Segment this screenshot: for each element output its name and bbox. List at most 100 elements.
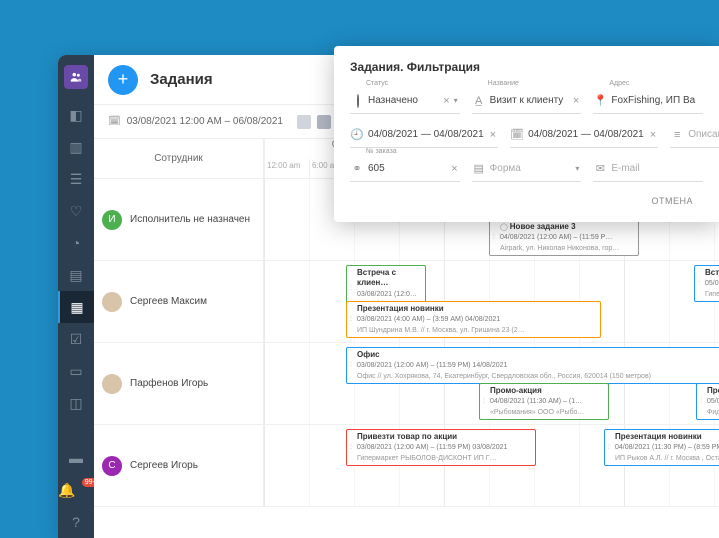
employee-cell[interactable]: И Исполнитель не назначен [94, 179, 264, 260]
chevron-down-icon[interactable]: ▾ [573, 164, 581, 173]
date-range[interactable]: 03/08/2021 12:00 AM – 06/08/2021 [127, 116, 283, 127]
task-card[interactable]: ⋮⋮◯ Новое задание 304/08/2021 (12:00 AM)… [489, 219, 639, 256]
clear-icon[interactable]: × [488, 129, 498, 141]
task-card[interactable]: ⋮⋮Промо-акция04/08/2021 (11:30 AM) – (1…… [479, 383, 609, 420]
nav-list-icon[interactable]: ☰ [58, 163, 94, 195]
task-title: Встреча с новым клиентом [705, 268, 719, 277]
task-card[interactable]: ⋮⋮Офис03/08/2021 (12:00 AM) – (11:59 PM)… [346, 347, 719, 384]
sidebar: ◧ ▥ ☰ ♡ ◔ ▤ ▦ ☑ ▭ ◫ ▬ 🔔99+ ? [58, 55, 94, 538]
task-date: 04/08/2021 (12:00 AM) – (11:59 P… [500, 234, 612, 241]
filter-status[interactable]: Статус Назначено × ▾ [350, 88, 460, 114]
task-address: Фидербайт ИП Лукашина // г. Москв… [707, 409, 719, 416]
task-card[interactable]: ⋮⋮ Привезти товар по акции 03/08/2021 (12:… [346, 429, 536, 466]
task-date: 03/08/2021 (12:00 AM) – (11:59 PM) 03/08… [357, 444, 507, 451]
employee-header: Сотрудник [94, 139, 264, 178]
employee-cell[interactable]: С Сергеев Игорь [94, 425, 264, 506]
filter-daterange2[interactable]: 🗓 04/08/2021 — 04/08/2021 × [510, 122, 658, 148]
nav-shield-icon[interactable]: ♡ [58, 195, 94, 227]
avatar: И [102, 210, 122, 230]
nav-clock-icon[interactable]: ◔ [58, 227, 94, 259]
clear-icon[interactable]: × [648, 129, 658, 141]
avatar [102, 292, 122, 312]
nav-calendar-icon[interactable]: ▦ [58, 291, 94, 323]
nav-home-icon[interactable]: ◧ [58, 99, 94, 131]
task-address: Офис // ул. Хохрякова, 74, Екатеринбург,… [357, 373, 651, 380]
schedule-lane: ⋮⋮ Привезти товар по акции 03/08/2021 (12:… [264, 425, 719, 506]
task-title: Офис [357, 350, 380, 359]
task-title: Привезти товар по акции [357, 432, 457, 441]
task-title: Промо-акция [707, 386, 719, 395]
avatar: С [102, 456, 122, 476]
clear-icon[interactable]: × [441, 95, 451, 107]
clear-icon[interactable]: × [571, 95, 581, 107]
page-title: Задания [150, 71, 213, 88]
drag-handle-icon[interactable]: ⋮⋮ [606, 432, 610, 463]
filter-name[interactable]: Название A̲ Визит к клиенту × [472, 88, 582, 114]
task-address: «Рыбомания» ООО «Рыбо… [490, 409, 584, 416]
drag-handle-icon[interactable]: ⋮⋮ [696, 268, 700, 299]
drag-handle-icon[interactable]: ⋮⋮ [698, 386, 702, 417]
nav-chat-icon[interactable]: ▬ [58, 442, 94, 474]
schedule-lane: ⋮⋮Встреча с клиен…03/08/2021 (12:0…FoxFi… [264, 261, 719, 342]
task-card[interactable]: ⋮⋮Встреча с новым клиентом05/08/2021 (8:… [694, 265, 719, 302]
drag-handle-icon[interactable]: ⋮⋮ [348, 432, 352, 463]
filter-form[interactable]: ▤ Форма ▾ [472, 156, 582, 182]
chevron-down-icon[interactable]: ▾ [452, 96, 460, 105]
employee-name: Исполнитель не назначен [130, 214, 250, 225]
task-card[interactable]: ⋮⋮Промо-акция05/08/2021 (12:00 AM) – (6:… [696, 383, 719, 420]
users-icon [297, 115, 311, 129]
nav-chart-icon[interactable]: ◫ [58, 387, 94, 419]
filter-email[interactable]: ✉ E-mail [593, 156, 703, 182]
filter-order[interactable]: № заказа ⚭ 605 × [350, 156, 460, 182]
task-address: Гипермаркет РЫБОЛОВ-ДИСКОНТ … [705, 291, 719, 298]
cancel-button[interactable]: ОТМЕНА [641, 190, 703, 212]
form-icon: ▤ [472, 162, 486, 175]
task-date: 03/08/2021 (4:00 AM) – (3:59 AM) 04/08/2… [357, 316, 500, 323]
drag-handle-icon[interactable]: ⋮⋮ [481, 386, 485, 417]
task-address: ИП Шундрина М.В. // г. Москва, ул. Гриши… [357, 327, 525, 334]
filter-daterange1[interactable]: 🕘 04/08/2021 — 04/08/2021 × [350, 122, 498, 148]
calendar-icon: 🗓 [510, 128, 524, 141]
schedule-row: Сергеев Максим ⋮⋮ Встреча с клиен… 03/08/20… [94, 261, 719, 343]
drag-handle-icon[interactable]: ⋮⋮ [348, 350, 352, 381]
task-title: Презентация новинки [357, 304, 444, 313]
nav-help-icon[interactable]: ? [58, 506, 94, 538]
filter-title: Задания. Фильтрация [350, 60, 703, 74]
task-title: Промо-акция [490, 386, 542, 395]
add-button[interactable]: + [108, 65, 138, 95]
filter-desc[interactable]: ≡ Описание [670, 122, 719, 148]
task-date: 03/08/2021 (12:0… [357, 291, 417, 298]
task-title: Встреча с клиен… [357, 268, 396, 287]
people-icon[interactable] [64, 65, 88, 89]
nav-map-icon[interactable]: ▥ [58, 131, 94, 163]
nav-check-icon[interactable]: ☑ [58, 323, 94, 355]
user-icon [317, 115, 331, 129]
employee-cell[interactable]: Парфенов Игорь [94, 343, 264, 424]
employee-cell[interactable]: Сергеев Максим [94, 261, 264, 342]
filter-panel: Задания. Фильтрация Статус Назначено × ▾… [334, 46, 719, 222]
status-dot-icon [350, 95, 364, 107]
clock-icon: 🕘 [350, 128, 364, 141]
task-date: 04/08/2021 (11:30 PM) – (8:59 PM) 05/08/… [615, 444, 719, 451]
task-address: Airpark, ул. Николая Никонова, гор… [500, 245, 619, 252]
pin-icon: 📍 [593, 94, 607, 107]
mail-icon: ✉ [593, 162, 607, 175]
nav-bell-icon[interactable]: 🔔99+ [58, 474, 94, 506]
nav-clip-icon[interactable]: ▤ [58, 259, 94, 291]
link-icon: ⚭ [350, 162, 364, 175]
task-title: Презентация новинки [615, 432, 702, 441]
drag-handle-icon[interactable]: ⋮⋮ [348, 304, 352, 335]
calendar-icon[interactable]: 🗓 [108, 116, 121, 127]
employee-name: Сергеев Игорь [130, 460, 198, 471]
task-card[interactable]: ⋮⋮ Презентация новинки 04/08/2021 (11:30 P… [604, 429, 719, 466]
employee-name: Парфенов Игорь [130, 378, 208, 389]
nav-doc-icon[interactable]: ▭ [58, 355, 94, 387]
drag-handle-icon[interactable]: ⋮⋮ [491, 222, 495, 253]
employee-name: Сергеев Максим [130, 296, 207, 307]
filter-address[interactable]: Адрес 📍 FoxFishing, ИП Ва [593, 88, 703, 114]
clear-icon[interactable]: × [449, 163, 459, 175]
task-card[interactable]: ⋮⋮ Презентация новинки 03/08/2021 (4:00 AM… [346, 301, 601, 338]
lines-icon: ≡ [670, 129, 684, 141]
avatar [102, 374, 122, 394]
task-address: ИП Рыков А.Л. // г. Москва , Останкино (… [615, 455, 719, 462]
